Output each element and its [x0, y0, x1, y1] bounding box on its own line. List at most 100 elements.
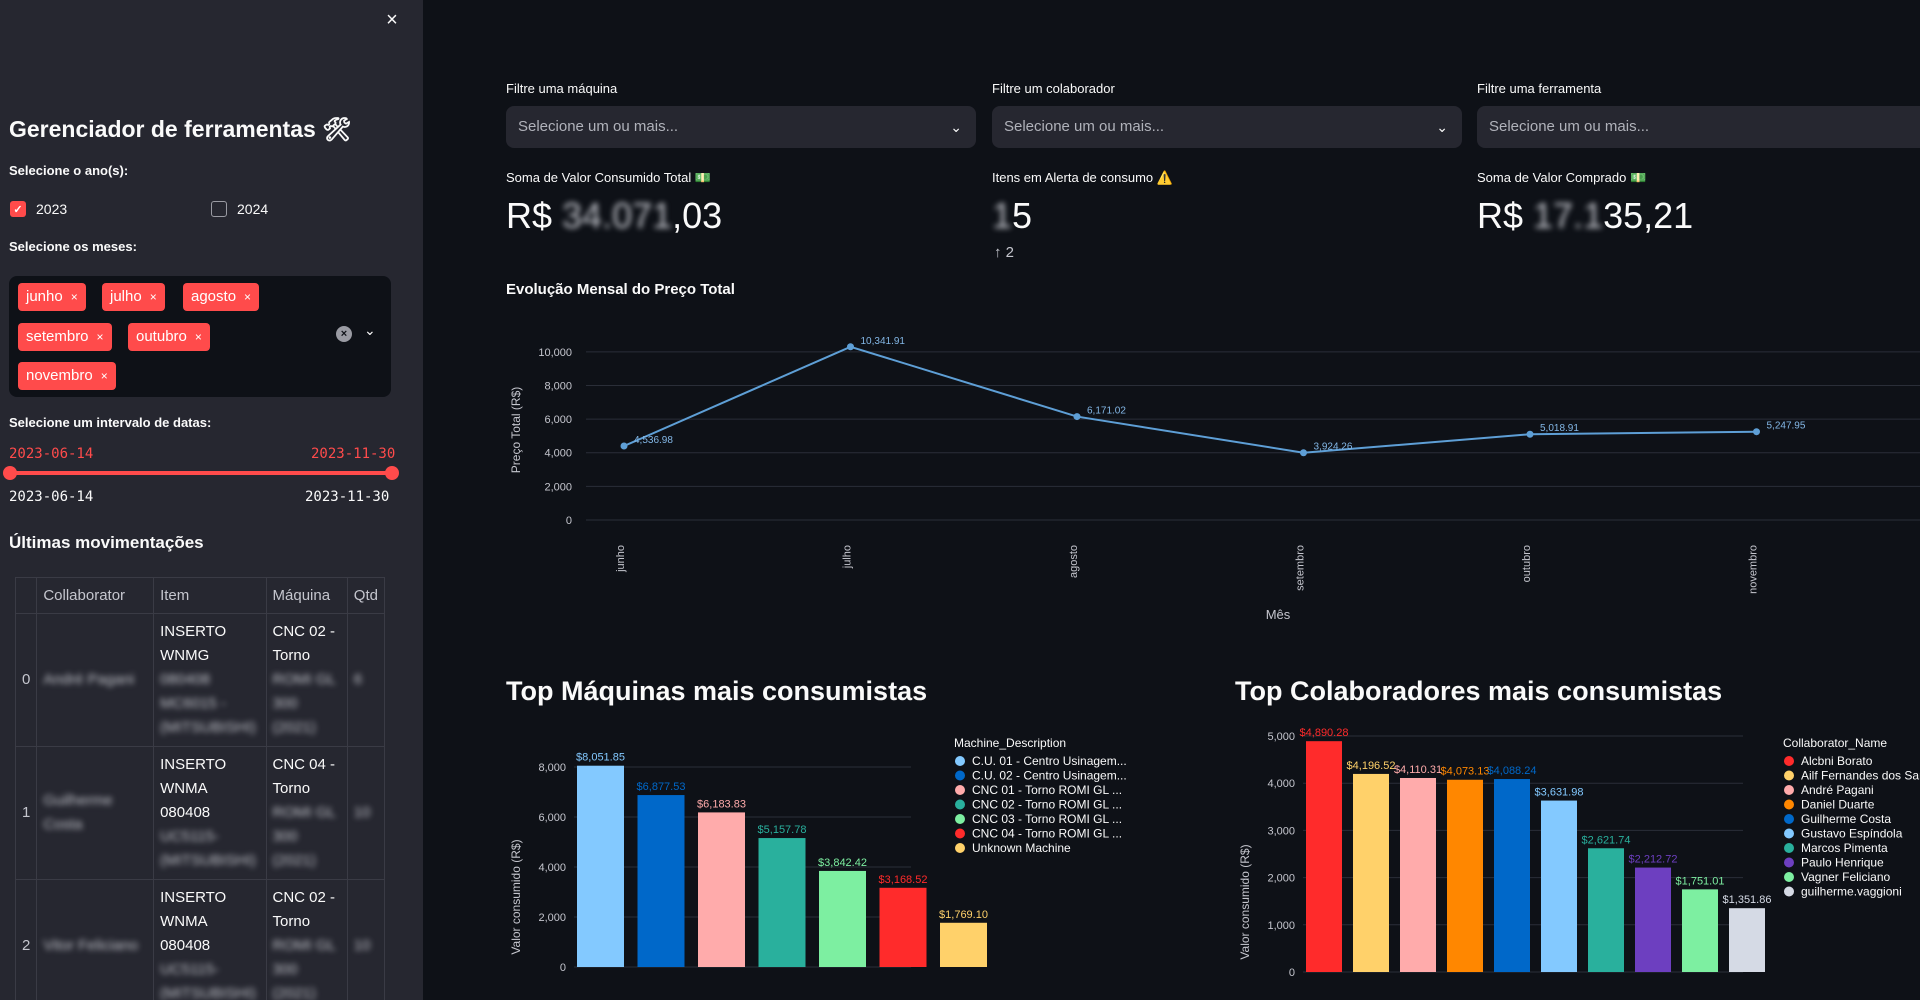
row-index: 1 [14, 746, 38, 880]
legend-swatch [1784, 785, 1794, 795]
legend-swatch [1784, 857, 1794, 868]
metric-suffix: 5 [1012, 195, 1033, 236]
table-row[interactable]: 1 Guilherme Costa INSERTO WNMA 080408 UC5115… [14, 746, 386, 880]
alert-items-delta: ↑ 2 [994, 244, 1015, 261]
bar-value-label: $4,088.24 [1488, 765, 1537, 777]
column-header[interactable] [14, 577, 38, 614]
cell-text: 6 [353, 671, 363, 688]
cell-line: (MITSUBISHI) [160, 719, 256, 736]
cell-collaborator: Vitor Feliciano [36, 879, 155, 1000]
y-tick-label: 8,000 [544, 380, 572, 392]
bar [1682, 889, 1718, 972]
top-collaborators-bar-chart[interactable]: 0 1,000 2,000 3,000 4,000 5,000 $4,890.28 $4,19… [1235, 725, 1920, 1000]
month-tag-agosto[interactable]: agosto × [183, 283, 260, 311]
collaborators-chart-title: Top Colaboradores mais consumistas [1235, 676, 1723, 706]
bar [1447, 779, 1483, 972]
tool-filter-select[interactable]: Selecione um ou mais... [1477, 106, 1920, 148]
close-sidebar-button[interactable]: × [380, 8, 404, 32]
cell-qty: 10 [346, 879, 386, 1000]
legend-item: Unknown Machine [972, 841, 1071, 855]
table-row[interactable]: 0 André Pagani INSERTO WNMG 080408 MC6015 - (M… [14, 613, 386, 747]
month-tag-junho[interactable]: junho × [18, 283, 86, 311]
month-tag-label: julho [110, 288, 142, 305]
remove-tag-icon[interactable]: × [71, 290, 78, 304]
data-label: 6,171.02 [1087, 406, 1126, 417]
legend-item: André Pagani [1801, 783, 1874, 797]
purchased-total-label: Soma de Valor Comprado 💵 [1477, 170, 1647, 185]
remove-tag-icon[interactable]: × [150, 290, 157, 304]
date-range-slider-track[interactable] [9, 471, 392, 475]
bar-value-label: $4,196.52 [1347, 760, 1396, 772]
bar-value-label: $1,351.86 [1723, 894, 1772, 906]
slider-end-handle[interactable] [385, 466, 399, 480]
x-tick-label: agosto [1068, 545, 1080, 578]
legend-swatch [1784, 814, 1794, 824]
legend-item: Daniel Duarte [1801, 798, 1875, 812]
movements-table[interactable]: Collaborator Item Máquina Qtd 0 André Pag… [14, 577, 386, 1000]
consumed-total-label: Soma de Valor Consumido Total 💵 [506, 170, 712, 185]
month-tag-julho[interactable]: julho × [102, 283, 165, 311]
machines-chart-title: Top Máquinas mais consumistas [506, 676, 928, 706]
bar [758, 838, 806, 967]
cell-line: MC6015 - [160, 695, 226, 712]
legend-swatch [955, 756, 965, 766]
legend-item: C.U. 01 - Centro Usinagem... [972, 754, 1127, 768]
chevron-down-icon: ⌄ [1436, 119, 1448, 135]
month-tag-novembro[interactable]: novembro × [18, 362, 116, 390]
cell-text: 1 [22, 804, 31, 821]
legend-swatch [955, 785, 965, 795]
slider-start-handle[interactable] [3, 466, 17, 480]
cell-collaborator: André Pagani [36, 613, 155, 747]
legend-swatch [1784, 828, 1794, 839]
legend-swatch [1784, 756, 1794, 766]
remove-tag-icon[interactable]: × [195, 330, 202, 344]
top-machines-bar-chart[interactable]: 0 2,000 4,000 6,000 8,000 $8,051.85 $6,877.53 $… [506, 725, 1148, 1000]
main-content: Filtre uma máquina Selecione um ou mais.… [423, 0, 1920, 1000]
months-multiselect[interactable]: junho × julho × agosto × setembro × outubro ×… [9, 276, 391, 397]
remove-tag-icon[interactable]: × [101, 369, 108, 383]
chevron-down-icon[interactable]: ⌄ [364, 322, 376, 339]
metric-prefix: R$ [506, 195, 563, 236]
cell-line: 300 (2021) [272, 961, 316, 1000]
column-header[interactable]: Qtd [346, 577, 386, 614]
clear-all-icon[interactable]: × [336, 326, 352, 342]
year-checkbox-2023[interactable]: ✓ 2023 [10, 201, 67, 217]
x-tick-label: setembro [1295, 545, 1307, 591]
series-line [623, 345, 1757, 454]
legend-swatch [955, 799, 965, 810]
column-header[interactable]: Máquina [265, 577, 348, 614]
tool-filter-label: Filtre uma ferramenta [1477, 81, 1602, 96]
cell-text: Vitor Feliciano [43, 937, 139, 954]
machine-filter-select[interactable]: Selecione um ou mais... ⌄ [506, 106, 976, 148]
legend-item: Ailf Fernandes dos Santos [1801, 769, 1920, 783]
metric-redacted: 34.071 [562, 195, 673, 236]
table-row[interactable]: 2 Vitor Feliciano INSERTO WNMA 080408 UC5115… [14, 879, 386, 1000]
cell-line: Torno [272, 647, 311, 664]
bar-value-label: $6,877.53 [637, 781, 686, 793]
bar [1353, 773, 1389, 972]
year-checkbox-label: 2024 [237, 201, 269, 217]
remove-tag-icon[interactable]: × [97, 330, 104, 344]
legend-swatch [1784, 799, 1794, 810]
collaborator-filter-select[interactable]: Selecione um ou mais... ⌄ [992, 106, 1462, 148]
y-tick-label: 2,000 [1267, 873, 1295, 885]
month-tag-outubro[interactable]: outubro × [128, 323, 210, 351]
remove-tag-icon[interactable]: × [244, 290, 251, 304]
year-checkbox-2024[interactable]: 2024 [211, 201, 268, 217]
month-tag-setembro[interactable]: setembro × [18, 323, 112, 351]
bar [1541, 800, 1577, 972]
column-header[interactable]: Collaborator [36, 577, 155, 614]
bar-value-label: $3,842.42 [818, 857, 867, 869]
column-header[interactable]: Item [153, 577, 267, 614]
data-point [1753, 428, 1760, 436]
select-placeholder: Selecione um ou mais... [518, 118, 679, 135]
chevron-down-icon: ⌄ [950, 119, 962, 135]
bar-value-label: $5,157.78 [758, 824, 807, 836]
cell-machine: CNC 04 - Torno ROMI GL 300 (2021) [265, 746, 348, 880]
metric-suffix: ,03 [672, 195, 723, 236]
select-placeholder: Selecione um ou mais... [1004, 118, 1165, 135]
monthly-price-line-chart[interactable]: 0 2,000 4,000 6,000 8,000 10,000 4,536.98 junho… [506, 310, 1920, 630]
legend-title: Machine_Description [954, 736, 1066, 750]
metric-suffix: 35,21 [1603, 195, 1694, 236]
cell-line: INSERTO [160, 623, 227, 640]
